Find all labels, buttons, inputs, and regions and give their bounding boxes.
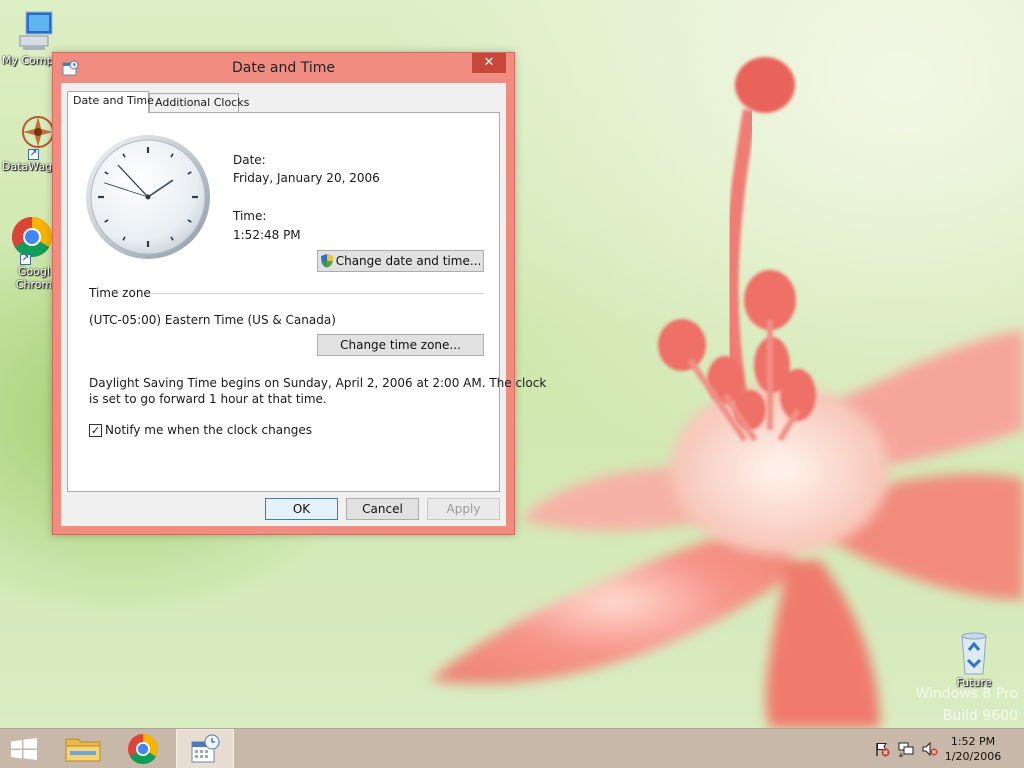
taskbar-clock[interactable]: 1:52 PM 1/20/2006 — [938, 734, 1008, 764]
datawag-icon: ↗ — [16, 112, 56, 160]
change-date-and-time-button[interactable]: Change date and time... — [317, 250, 484, 272]
desktop-icon-label: Googl Chrom — [15, 265, 53, 291]
start-button[interactable] — [0, 729, 48, 768]
taskbar-file-explorer[interactable] — [56, 729, 112, 768]
dst-info-line-1: Daylight Saving Time begins on Sunday, A… — [89, 376, 547, 390]
checkmark-icon: ✓ — [90, 424, 101, 437]
taskbar-time: 1:52 PM — [950, 735, 996, 748]
taskbar-date-and-time[interactable] — [176, 729, 234, 768]
tab-additional-clocks[interactable]: Additional Clocks — [149, 93, 249, 112]
chrome-icon: ↗ — [10, 215, 54, 265]
dialog-title: Date and Time — [232, 60, 335, 76]
tab-date-and-time[interactable]: Date and Time — [67, 91, 154, 113]
change-time-zone-button[interactable]: Change time zone... — [317, 334, 484, 356]
apply-button[interactable]: Apply — [427, 498, 500, 520]
close-icon: ✕ — [483, 55, 495, 70]
close-button[interactable]: ✕ — [472, 53, 506, 73]
taskbar: 1:52 PM 1/20/2006 — [0, 728, 1024, 768]
shortcut-arrow-icon: ↗ — [28, 149, 39, 160]
desktop-icon-recycle-bin[interactable]: Future — [938, 630, 1010, 689]
ok-label: OK — [292, 502, 311, 516]
windows-edition-watermark: Windows 8 Pro — [915, 686, 1018, 702]
chrome-icon — [128, 734, 159, 765]
analog-clock — [86, 135, 210, 259]
date-value: Friday, January 20, 2006 — [233, 171, 380, 185]
dialog-client-area: Date and Time Additional Clocks Date: Fr… — [61, 83, 546, 526]
date-and-time-dialog: Date and Time ✕ Date and Time Additional… — [52, 52, 546, 535]
time-value: 1:52:48 PM — [233, 228, 301, 242]
start-icon — [11, 738, 37, 760]
ok-button[interactable]: OK — [265, 498, 338, 520]
dst-info-line-2: is set to go forward 1 hour at that time… — [89, 392, 327, 406]
recycle-bin-icon — [954, 630, 994, 676]
notify-checkbox[interactable]: ✓ — [89, 424, 102, 437]
network-icon[interactable] — [898, 741, 914, 757]
tab-label: Date and Time — [73, 94, 154, 107]
tab-label: Additional Clocks — [155, 96, 250, 109]
uac-shield-icon — [320, 254, 333, 268]
shortcut-arrow-icon: ↗ — [20, 254, 31, 265]
time-zone-heading: Time zone — [89, 286, 151, 300]
taskbar-chrome[interactable] — [115, 729, 171, 768]
windows-build-watermark: Build 9600 — [942, 708, 1018, 724]
action-center-icon[interactable] — [874, 741, 890, 757]
taskbar-date: 1/20/2006 — [944, 750, 1002, 763]
cancel-button[interactable]: Cancel — [346, 498, 419, 520]
date-label: Date: — [233, 153, 266, 167]
apply-label: Apply — [446, 502, 481, 516]
date-and-time-panel: Date: Friday, January 20, 2006 Time: 1:5… — [67, 112, 546, 492]
cancel-label: Cancel — [362, 502, 403, 516]
computer-icon — [16, 10, 56, 54]
notify-label[interactable]: Notify me when the clock changes — [105, 423, 312, 437]
volume-muted-icon[interactable] — [922, 741, 938, 757]
time-label: Time: — [233, 209, 267, 223]
time-zone-divider — [152, 293, 484, 294]
date-time-app-icon — [191, 734, 220, 763]
file-explorer-icon — [65, 738, 101, 762]
time-zone-value: (UTC-05:00) Eastern Time (US & Canada) — [89, 313, 336, 327]
dialog-titlebar[interactable]: Date and Time ✕ — [53, 53, 514, 83]
change-time-zone-label: Change time zone... — [340, 338, 461, 352]
change-date-and-time-label: Change date and time... — [335, 254, 482, 268]
